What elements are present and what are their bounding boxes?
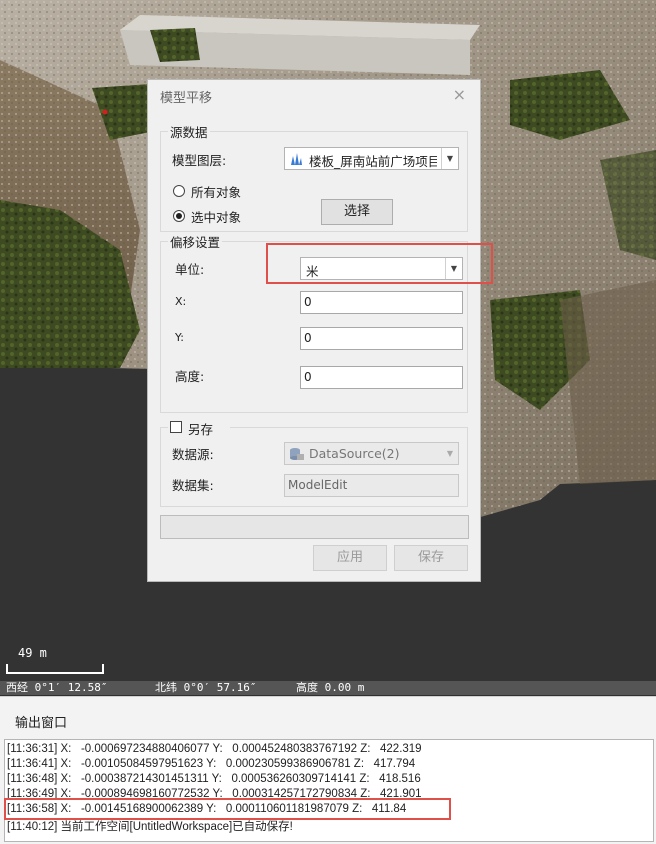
save-as-checkbox[interactable]: [170, 421, 182, 433]
unit-label: 单位:: [175, 262, 205, 277]
datasource-label: 数据源:: [172, 447, 214, 462]
log-line: [11:36:31] X: -0.000697234880406077 Y: 0…: [7, 743, 422, 755]
dataset-label: 数据集:: [172, 478, 214, 493]
radio-selected-objects-label[interactable]: 选中对象: [191, 207, 241, 226]
height-offset-input[interactable]: 0: [300, 366, 463, 389]
coordinate-status-bar: 西经 0°1′ 12.58″ 北纬 0°0′ 57.16″ 高度 0.00 m: [0, 681, 656, 695]
scale-label: 49 m: [18, 646, 47, 660]
offset-settings-group-label: 偏移设置: [168, 232, 223, 251]
y-label: Y:: [175, 331, 184, 344]
x-label: X:: [175, 295, 187, 308]
radio-all-objects[interactable]: [173, 185, 185, 197]
close-icon[interactable]: ×: [453, 85, 466, 104]
datasource-select[interactable]: DataSource(2) ▼: [284, 442, 459, 465]
scale-bar: [6, 664, 104, 674]
output-window: 输出窗口 [11:36:31] X: -0.000697234880406077…: [0, 696, 656, 844]
model-layer-select[interactable]: 楼板_屏南站前广场项目 ▼: [284, 147, 459, 170]
select-button[interactable]: 选择: [321, 199, 393, 225]
apply-button[interactable]: 应用: [313, 545, 387, 571]
y-offset-input[interactable]: 0: [300, 327, 463, 350]
save-button[interactable]: 保存: [394, 545, 468, 571]
save-as-label[interactable]: 另存: [188, 419, 213, 438]
model-layer-label: 模型图层:: [172, 153, 227, 168]
model-translate-dialog: 模型平移 × 源数据 模型图层: 楼板_屏南站前广场项目 ▼ 所有对象 选中对象…: [147, 79, 481, 582]
save-as-header: 另存: [168, 419, 230, 438]
output-log[interactable]: [11:36:31] X: -0.000697234880406077 Y: 0…: [4, 739, 654, 842]
log-line: [11:36:48] X: -0.000387214301451311 Y: 0…: [7, 773, 421, 785]
dialog-title: 模型平移: [160, 91, 213, 106]
source-data-group-label: 源数据: [168, 122, 210, 141]
chevron-down-icon[interactable]: ▼: [442, 443, 458, 464]
x-offset-input[interactable]: 0: [300, 291, 463, 314]
progress-bar: [160, 515, 469, 539]
radio-all-objects-label[interactable]: 所有对象: [191, 182, 241, 201]
log-line: [11:40:12] 当前工作空间[UntitledWorkspace]已自动保…: [7, 821, 293, 833]
dataset-input[interactable]: ModelEdit: [284, 474, 459, 497]
model-layer-icon: [291, 153, 302, 165]
chevron-down-icon[interactable]: ▼: [441, 148, 458, 169]
log-highlight-box: [4, 798, 451, 820]
altitude-readout: 高度 0.00 m: [296, 681, 365, 694]
longitude-readout: 西经 0°1′ 12.58″: [6, 681, 108, 694]
output-window-title: 输出窗口: [15, 716, 68, 731]
datasource-icon: [290, 448, 304, 460]
log-line: [11:36:41] X: -0.00105084597951623 Y: 0.…: [7, 758, 416, 770]
radio-selected-objects[interactable]: [173, 210, 185, 222]
latitude-readout: 北纬 0°0′ 57.16″: [155, 681, 257, 694]
datasource-value: DataSource(2): [309, 446, 400, 461]
unit-highlight-box: [266, 243, 493, 284]
height-label: 高度:: [175, 369, 205, 384]
model-layer-value: 楼板_屏南站前广场项目: [309, 154, 437, 169]
